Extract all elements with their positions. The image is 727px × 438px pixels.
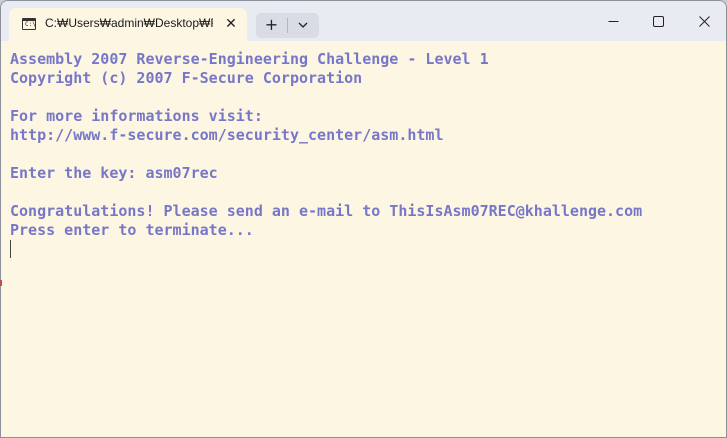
console-output[interactable]: Assembly 2007 Reverse-Engineering Challe… (1, 41, 726, 437)
console-line: http://www.f-secure.com/security_center/… (10, 126, 444, 144)
terminal-tab[interactable]: C:\ C:₩Users₩admin₩Desktop₩F ✕ (9, 8, 247, 41)
close-icon (699, 16, 710, 27)
maximize-icon (653, 16, 664, 27)
console-line: Congratulations! Please send an e-mail t… (10, 202, 643, 220)
console-line: Enter the key: asm07rec (10, 164, 218, 182)
console-line: Copyright (c) 2007 F-Secure Corporation (10, 69, 363, 87)
chevron-down-icon (298, 22, 308, 28)
console-icon: C:\ (22, 18, 36, 30)
scroll-marker (0, 280, 2, 286)
close-window-button[interactable] (681, 1, 726, 41)
console-icon-glyph: C:\ (25, 21, 36, 28)
minimize-button[interactable] (590, 1, 636, 41)
text-cursor (10, 240, 11, 258)
minimize-icon (608, 21, 619, 22)
console-line: Assembly 2007 Reverse-Engineering Challe… (10, 50, 489, 68)
title-bar[interactable]: C:\ C:₩Users₩admin₩Desktop₩F ✕ + (1, 1, 726, 41)
new-tab-group: + (256, 13, 319, 38)
tab-dropdown-button[interactable] (288, 13, 319, 38)
console-lines: Assembly 2007 Reverse-Engineering Challe… (10, 50, 642, 240)
new-tab-button[interactable]: + (256, 13, 287, 38)
console-line: Press enter to terminate... (10, 221, 254, 239)
close-tab-button[interactable]: ✕ (221, 14, 241, 34)
terminal-window: C:\ C:₩Users₩admin₩Desktop₩F ✕ + Assembl… (0, 0, 727, 438)
tab-title: C:₩Users₩admin₩Desktop₩F (45, 16, 213, 30)
maximize-button[interactable] (635, 1, 681, 41)
console-line: For more informations visit: (10, 107, 263, 125)
